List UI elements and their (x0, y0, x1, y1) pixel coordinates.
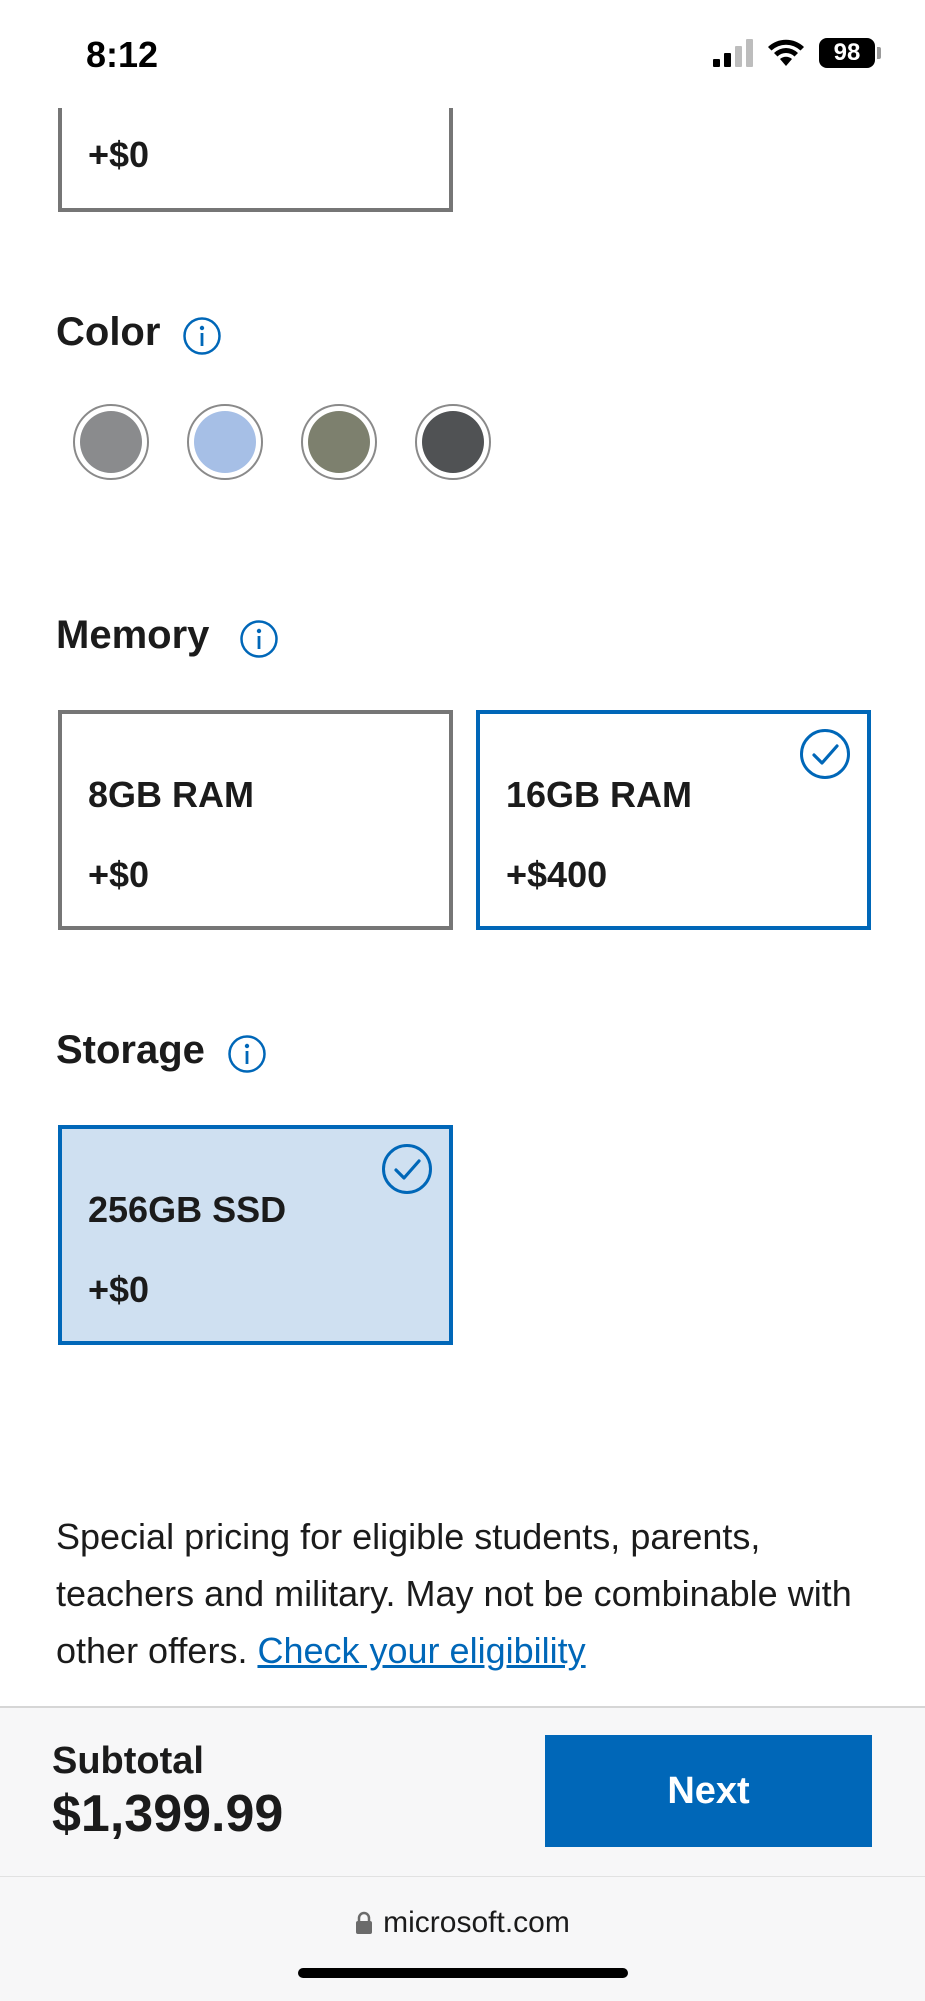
storage-option-price: +$0 (88, 1269, 150, 1310)
color-swatch-4-fill (422, 411, 484, 473)
lock-icon (356, 1911, 373, 1934)
color-section-title: Color (56, 310, 161, 354)
color-swatch-3[interactable] (301, 404, 377, 480)
storage-info-icon[interactable] (227, 1034, 267, 1074)
memory-option-name: 16GB RAM (506, 774, 693, 815)
memory-option-price: +$400 (506, 854, 608, 895)
url-display[interactable]: microsoft.com (0, 1906, 925, 1940)
memory-option-name: 8GB RAM (88, 774, 255, 815)
home-indicator (298, 1968, 628, 1978)
selected-check-icon (382, 1144, 432, 1194)
color-swatch-4[interactable] (415, 404, 491, 480)
memory-option-8gb[interactable]: 8GB RAM +$0 (58, 710, 453, 930)
promo-text: Special pricing for eligible students, p… (56, 1508, 876, 1679)
wifi-icon (768, 39, 804, 66)
battery-indicator: 98 (819, 38, 881, 68)
url-text: microsoft.com (383, 1906, 570, 1939)
next-button[interactable]: Next (545, 1735, 872, 1847)
memory-option-16gb[interactable]: 16GB RAM +$400 (476, 710, 871, 930)
color-info-icon[interactable] (182, 316, 222, 356)
color-swatch-3-fill (308, 411, 370, 473)
status-time: 8:12 (86, 34, 159, 75)
color-swatch-1-fill (80, 411, 142, 473)
check-eligibility-link[interactable]: Check your eligibility (257, 1630, 585, 1671)
battery-level: 98 (819, 38, 875, 68)
memory-section-title: Memory (56, 613, 210, 657)
selected-check-icon (800, 729, 850, 779)
previous-option-price: +$0 (88, 134, 150, 175)
storage-option-256gb[interactable]: 256GB SSD +$0 (58, 1125, 453, 1345)
subtotal-label: Subtotal (52, 1740, 204, 1782)
color-swatch-2-fill (194, 411, 256, 473)
memory-info-icon[interactable] (239, 619, 279, 659)
previous-option-card[interactable]: +$0 (58, 108, 453, 212)
battery-cap (877, 47, 881, 59)
subtotal-value: $1,399.99 (52, 1785, 284, 1843)
color-swatch-1[interactable] (73, 404, 149, 480)
storage-option-name: 256GB SSD (88, 1189, 287, 1230)
color-swatch-2[interactable] (187, 404, 263, 480)
storage-section-title: Storage (56, 1028, 205, 1072)
cellular-signal-icon (713, 39, 753, 67)
status-icons: 98 (713, 38, 881, 68)
memory-option-price: +$0 (88, 854, 150, 895)
